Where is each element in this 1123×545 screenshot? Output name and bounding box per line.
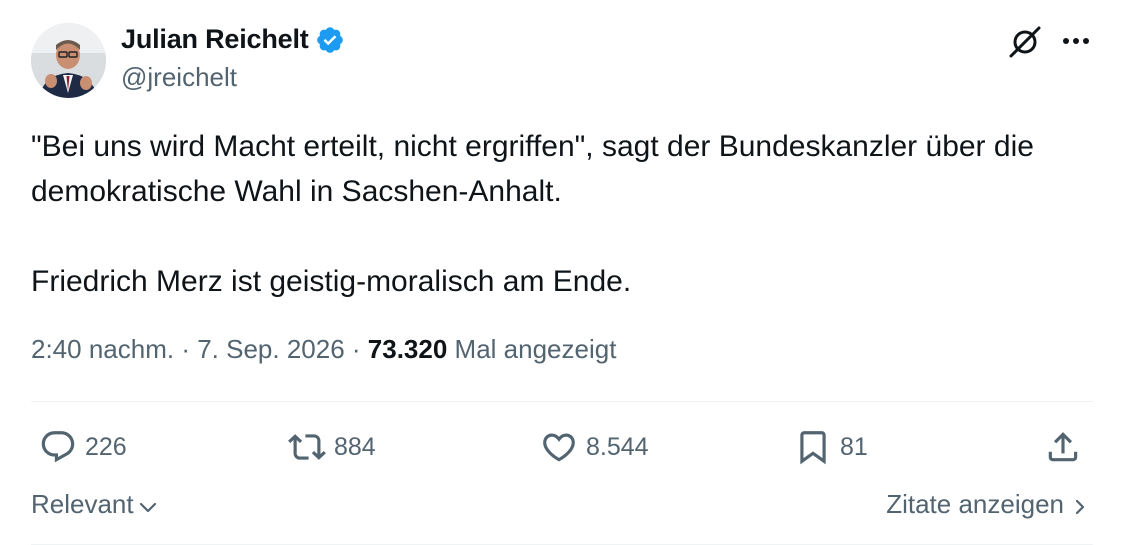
author-handle[interactable]: @jreichelt bbox=[121, 62, 237, 93]
bookmark-button[interactable]: 81 bbox=[794, 424, 868, 470]
reply-icon bbox=[41, 431, 75, 463]
share-icon bbox=[1048, 432, 1078, 462]
divider bbox=[31, 401, 1093, 402]
sort-label: Relevant bbox=[31, 489, 134, 519]
bookmark-count: 81 bbox=[840, 432, 868, 461]
avatar[interactable] bbox=[31, 23, 106, 98]
verified-badge-icon bbox=[316, 26, 343, 53]
tweet-time[interactable]: 2:40 nachm. bbox=[31, 334, 174, 364]
reply-button[interactable]: 226 bbox=[39, 424, 127, 470]
bookmark-icon bbox=[800, 431, 826, 465]
tweet-text: "Bei uns wird Macht erteilt, nicht ergri… bbox=[31, 124, 1101, 304]
repost-count: 884 bbox=[334, 432, 376, 461]
chevron-down-icon bbox=[139, 502, 156, 512]
views-label: Mal angezeigt bbox=[454, 334, 617, 364]
tweet-meta: 2:40 nachm. · 7. Sep. 2026 · 73.320 Mal … bbox=[31, 334, 616, 365]
like-icon bbox=[543, 433, 575, 462]
tweet-paragraph: "Bei uns wird Macht erteilt, nicht ergri… bbox=[31, 130, 1034, 208]
view-quotes-link[interactable]: Zitate anzeigen bbox=[886, 489, 1090, 520]
tweet-paragraph: Friedrich Merz ist geistig-moralisch am … bbox=[31, 265, 632, 298]
author-display-name[interactable]: Julian Reichelt bbox=[121, 24, 309, 55]
views-count: 73.320 bbox=[367, 334, 448, 364]
view-quotes-label: Zitate anzeigen bbox=[886, 489, 1064, 519]
tweet-date[interactable]: 7. Sep. 2026 bbox=[197, 334, 344, 364]
author-name-row[interactable]: Julian Reichelt bbox=[121, 24, 345, 55]
repost-icon bbox=[288, 434, 326, 460]
meta-separator: · bbox=[174, 334, 198, 364]
sort-replies-dropdown[interactable]: Relevant bbox=[31, 489, 160, 520]
reply-count: 226 bbox=[85, 432, 127, 461]
avatar-image bbox=[31, 23, 106, 98]
share-button[interactable] bbox=[1044, 424, 1082, 470]
meta-separator: · bbox=[344, 334, 368, 364]
more-icon[interactable] bbox=[1059, 28, 1093, 54]
like-button[interactable]: 8.544 bbox=[540, 424, 649, 470]
grok-icon[interactable] bbox=[1006, 23, 1044, 61]
chevron-right-icon bbox=[1075, 499, 1085, 514]
repost-button[interactable]: 884 bbox=[288, 424, 376, 470]
like-count: 8.544 bbox=[586, 432, 649, 461]
